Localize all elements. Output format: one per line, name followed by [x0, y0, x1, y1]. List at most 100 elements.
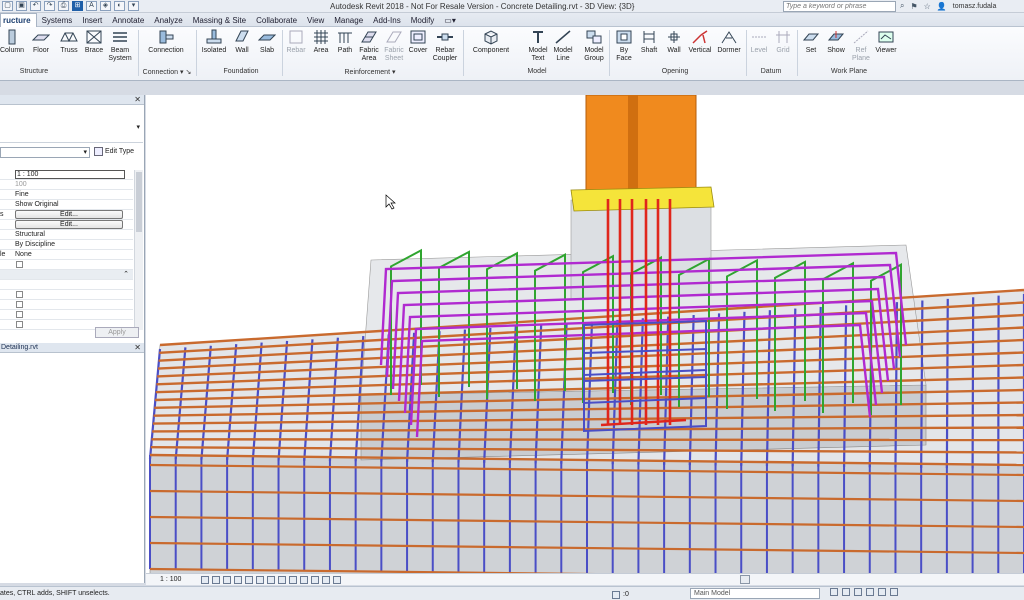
redo-icon[interactable]: ↷	[44, 1, 55, 11]
property-row[interactable]	[0, 300, 133, 310]
reveal-constraints-icon[interactable]	[333, 575, 342, 584]
tab-analyze[interactable]: Analyze	[149, 14, 187, 27]
tag-icon[interactable]: A	[86, 1, 97, 11]
wall-opening-button[interactable]: Wall	[663, 29, 685, 55]
show-crop-icon[interactable]	[267, 575, 276, 584]
type-preview[interactable]: ▾	[0, 107, 143, 143]
section-icon[interactable]: ◐	[114, 1, 125, 11]
drag-elements-icon[interactable]	[878, 588, 886, 596]
sun-path-icon[interactable]	[223, 575, 232, 584]
property-row[interactable]: By Discipline	[0, 240, 133, 250]
property-value[interactable]: By Discipline	[15, 240, 55, 250]
by-face-button[interactable]: By Face	[613, 29, 635, 63]
3d-viewport[interactable]	[146, 95, 1024, 573]
level-button[interactable]: Level	[748, 29, 770, 55]
fabric-area-button[interactable]: Fabric Area	[357, 29, 381, 63]
edit-button[interactable]: Edit...	[15, 220, 123, 229]
property-value[interactable]: Show Original	[15, 200, 59, 210]
undo-icon[interactable]: ↶	[30, 1, 41, 11]
property-row[interactable]	[0, 260, 133, 270]
property-checkbox[interactable]	[16, 321, 23, 328]
floor-button[interactable]: Floor	[28, 29, 54, 55]
tab-collaborate[interactable]: Collaborate	[251, 14, 302, 27]
property-row[interactable]: s Edit...	[0, 210, 133, 220]
property-row[interactable]	[0, 290, 133, 300]
select-by-face-icon[interactable]	[866, 588, 874, 596]
fabric-sheet-button[interactable]: Fabric Sheet	[382, 29, 406, 63]
user-name[interactable]: tomasz.fudala	[953, 3, 997, 10]
property-row[interactable]: 100	[0, 180, 133, 190]
measure-icon[interactable]: ⊞	[72, 1, 83, 11]
search-input[interactable]	[783, 1, 896, 12]
tab-structure[interactable]: ructure	[0, 13, 37, 27]
cover-button[interactable]: Cover	[407, 29, 429, 55]
path-button[interactable]: Path	[334, 29, 356, 55]
tab-modify[interactable]: Modify	[406, 14, 440, 27]
close-icon[interactable]: ✕	[134, 95, 141, 105]
property-checkbox[interactable]	[16, 261, 23, 268]
qat-dropdown-icon[interactable]: ▾	[128, 1, 139, 11]
grid-button[interactable]: Grid	[772, 29, 794, 55]
property-checkbox[interactable]	[16, 301, 23, 308]
property-row[interactable]: 1 : 100	[0, 170, 133, 180]
model-group-button[interactable]: Model Group	[580, 29, 608, 63]
shaft-button[interactable]: Shaft	[638, 29, 660, 55]
set-button[interactable]: Set	[800, 29, 822, 55]
temp-hide-icon[interactable]	[289, 575, 298, 584]
worksets-icon[interactable]	[612, 590, 620, 599]
beam-system-button[interactable]: Beam System	[106, 29, 134, 63]
property-row[interactable]: Edit...	[0, 220, 133, 230]
property-row[interactable]: Show Original	[0, 200, 133, 210]
vertical-opening-button[interactable]: Vertical	[687, 29, 713, 55]
tab-add-ins[interactable]: Add-Ins	[368, 14, 406, 27]
apply-button[interactable]: Apply	[95, 327, 139, 338]
rebar-coupler-button[interactable]: Rebar Coupler	[430, 29, 460, 63]
open-icon[interactable]: ▢	[2, 1, 13, 11]
3d-view-icon[interactable]: ◈	[100, 1, 111, 11]
edit-button[interactable]: Edit...	[15, 210, 123, 219]
property-value[interactable]: Fine	[15, 190, 29, 200]
rebar-3d-model[interactable]	[146, 95, 1024, 573]
brace-button[interactable]: Brace	[83, 29, 105, 55]
dormer-button[interactable]: Dormer	[715, 29, 743, 55]
property-value[interactable]: None	[15, 250, 32, 260]
tab-massing-site[interactable]: Massing & Site	[188, 14, 251, 27]
lock-view-icon[interactable]	[278, 575, 287, 584]
detail-level-icon[interactable]	[201, 575, 210, 584]
truss-button[interactable]: Truss	[57, 29, 81, 55]
instance-selector[interactable]: ▾	[0, 147, 90, 158]
subscription-icon[interactable]: ⚑	[910, 2, 917, 11]
render-icon[interactable]	[245, 575, 254, 584]
slab-button[interactable]: Slab	[256, 29, 278, 55]
edit-type-button[interactable]: Edit Type	[94, 147, 134, 156]
select-pinned-icon[interactable]	[854, 588, 862, 596]
property-row[interactable]: Structural	[0, 230, 133, 240]
property-checkbox[interactable]	[16, 291, 23, 298]
component-button[interactable]: Component	[469, 29, 513, 55]
scroll-thumb[interactable]	[136, 172, 142, 232]
properties-scrollbar[interactable]	[134, 170, 143, 330]
design-option-select[interactable]: Main Model	[690, 588, 820, 599]
property-value[interactable]: 1 : 100	[15, 170, 125, 179]
view-scale[interactable]: 1 : 100	[160, 576, 181, 583]
ref-plane-button[interactable]: Ref Plane	[850, 29, 872, 63]
connection-button[interactable]: Connection	[146, 29, 186, 55]
visual-style-icon[interactable]	[212, 575, 221, 584]
isolated-button[interactable]: Isolated	[199, 29, 229, 55]
property-value[interactable]: Structural	[15, 230, 45, 240]
ribbon-toggle-icon[interactable]: ▭▾	[439, 14, 461, 27]
binoculars-icon[interactable]: ⌕	[900, 1, 904, 11]
shadows-icon[interactable]	[234, 575, 243, 584]
property-row[interactable]: Fine	[0, 190, 133, 200]
highlight-displacement-icon[interactable]	[322, 575, 331, 584]
close-icon[interactable]: ✕	[134, 343, 141, 353]
filter-icon[interactable]	[890, 588, 898, 596]
property-row[interactable]: le None	[0, 250, 133, 260]
column-button[interactable]: Column	[0, 29, 24, 55]
tab-manage[interactable]: Manage	[329, 14, 368, 27]
rebar-button[interactable]: Rebar	[285, 29, 307, 55]
property-row[interactable]	[0, 280, 133, 290]
select-links-icon[interactable]	[830, 588, 838, 596]
collapse-icon[interactable]: ⌃	[123, 270, 129, 280]
property-checkbox[interactable]	[16, 311, 23, 318]
